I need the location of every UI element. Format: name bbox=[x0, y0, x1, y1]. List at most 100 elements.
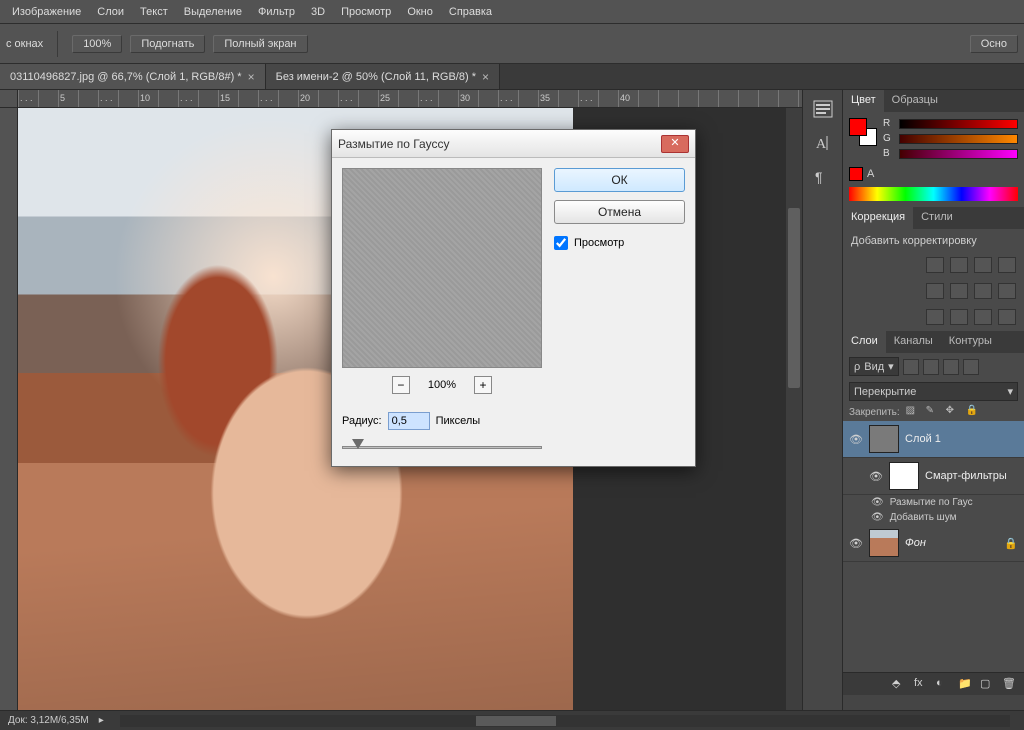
preview-checkbox[interactable] bbox=[554, 236, 568, 250]
layer-thumb[interactable] bbox=[869, 425, 899, 453]
fullscreen-button[interactable]: Полный экран bbox=[213, 35, 307, 53]
character-icon[interactable]: A bbox=[813, 134, 833, 152]
smart-filter-gaussian[interactable]: 👁 Размытие по Гаус bbox=[843, 495, 1024, 510]
levels-icon[interactable] bbox=[950, 257, 968, 273]
layer-mask-icon[interactable]: ◐ bbox=[936, 677, 952, 691]
radius-slider[interactable] bbox=[342, 438, 542, 456]
layer-item-1[interactable]: 👁 Слой 1 bbox=[843, 421, 1024, 458]
tab-paths[interactable]: Контуры bbox=[941, 331, 1000, 353]
layer-name[interactable]: Слой 1 bbox=[905, 433, 1018, 445]
document-tab-2[interactable]: Без имени-2 @ 50% (Слой 11, RGB/8) * × bbox=[266, 64, 500, 89]
preview-checkbox-row[interactable]: Просмотр bbox=[554, 236, 685, 250]
horizontal-scrollbar[interactable] bbox=[120, 715, 1010, 727]
filter-image-icon[interactable] bbox=[903, 359, 919, 375]
close-icon[interactable]: × bbox=[248, 70, 255, 84]
svg-text:¶: ¶ bbox=[815, 169, 823, 185]
ok-button[interactable]: ОК bbox=[554, 168, 685, 192]
filter-preview[interactable] bbox=[342, 168, 542, 368]
zoom-out-button[interactable]: − bbox=[392, 376, 410, 394]
ruler-horizontal[interactable]: . . .5. . .10. . .15. . .20. . .25. . .3… bbox=[18, 90, 802, 108]
zoom-in-button[interactable]: + bbox=[474, 376, 492, 394]
hue-icon[interactable] bbox=[926, 283, 944, 299]
g-slider[interactable] bbox=[899, 134, 1018, 144]
layer-item-background[interactable]: 👁 Фон 🔒 bbox=[843, 525, 1024, 562]
exposure-icon[interactable] bbox=[998, 257, 1016, 273]
history-icon[interactable] bbox=[813, 100, 833, 118]
curves-icon[interactable] bbox=[974, 257, 992, 273]
tab-channels[interactable]: Каналы bbox=[886, 331, 941, 353]
threshold-icon[interactable] bbox=[974, 309, 992, 325]
tab-color[interactable]: Цвет bbox=[843, 90, 884, 112]
invert-icon[interactable] bbox=[926, 309, 944, 325]
eye-icon[interactable]: 👁 bbox=[849, 433, 863, 446]
layer-style-icon[interactable]: fx bbox=[914, 677, 930, 691]
link-layers-icon[interactable]: ⬘ bbox=[892, 677, 908, 691]
ruler-vertical[interactable] bbox=[0, 108, 18, 710]
r-slider[interactable] bbox=[899, 119, 1018, 129]
radius-input[interactable] bbox=[388, 412, 430, 430]
menu-image[interactable]: Изображение bbox=[4, 2, 89, 22]
smart-filter-mask-thumb[interactable] bbox=[889, 462, 919, 490]
document-tab-1[interactable]: 03110496827.jpg @ 66,7% (Слой 1, RGB/8#)… bbox=[0, 64, 266, 89]
menu-window[interactable]: Окно bbox=[399, 2, 441, 22]
menu-view[interactable]: Просмотр bbox=[333, 2, 399, 22]
menu-select[interactable]: Выделение bbox=[176, 2, 250, 22]
chevron-right-icon[interactable]: ▸ bbox=[99, 715, 104, 726]
filter-adjust-icon[interactable] bbox=[923, 359, 939, 375]
new-group-icon[interactable]: 📁 bbox=[958, 677, 974, 691]
lock-position-icon[interactable]: ✥ bbox=[946, 405, 960, 419]
menu-layers[interactable]: Слои bbox=[89, 2, 132, 22]
close-icon[interactable]: × bbox=[482, 70, 489, 84]
eye-icon[interactable]: 👁 bbox=[871, 512, 884, 523]
zoom-level-button[interactable]: 100% bbox=[72, 35, 122, 53]
filter-type-icon[interactable] bbox=[943, 359, 959, 375]
layer-filter-dropdown[interactable]: ρ Вид ▾ bbox=[849, 357, 899, 376]
eye-icon[interactable]: 👁 bbox=[869, 470, 883, 483]
smart-filters-item[interactable]: 👁 Смарт-фильтры bbox=[843, 458, 1024, 495]
dialog-titlebar[interactable]: Размытие по Гауссу ✕ bbox=[332, 130, 695, 158]
layer-thumb[interactable] bbox=[869, 529, 899, 557]
posterize-icon[interactable] bbox=[950, 309, 968, 325]
menu-filter[interactable]: Фильтр bbox=[250, 2, 303, 22]
blend-mode-dropdown[interactable]: Перекрытие ▾ bbox=[849, 382, 1018, 401]
lock-icon: 🔒 bbox=[1004, 537, 1018, 550]
close-icon[interactable]: ✕ bbox=[661, 135, 689, 153]
bw-icon[interactable] bbox=[974, 283, 992, 299]
b-slider[interactable] bbox=[899, 149, 1018, 159]
gamut-warning[interactable]: А bbox=[849, 167, 1018, 181]
tab-layers[interactable]: Слои bbox=[843, 331, 886, 353]
layers-panel-tabs: Слои Каналы Контуры bbox=[843, 331, 1024, 353]
balance-icon[interactable] bbox=[950, 283, 968, 299]
fg-bg-swatch[interactable] bbox=[849, 118, 877, 146]
tab-swatches[interactable]: Образцы bbox=[884, 90, 946, 112]
layer-name[interactable]: Фон bbox=[905, 537, 998, 549]
new-layer-icon[interactable]: ▢ bbox=[980, 677, 996, 691]
paragraph-icon[interactable]: ¶ bbox=[813, 168, 833, 186]
menu-help[interactable]: Справка bbox=[441, 2, 500, 22]
delete-layer-icon[interactable]: 🗑 bbox=[1002, 677, 1018, 691]
hue-ramp[interactable] bbox=[849, 187, 1018, 201]
fit-button[interactable]: Подогнать bbox=[130, 35, 205, 53]
filter-shape-icon[interactable] bbox=[963, 359, 979, 375]
lock-brush-icon[interactable]: ✎ bbox=[926, 405, 940, 419]
photo-filter-icon[interactable] bbox=[998, 283, 1016, 299]
brightness-icon[interactable] bbox=[926, 257, 944, 273]
eye-icon[interactable]: 👁 bbox=[871, 497, 884, 508]
foreground-color[interactable] bbox=[849, 118, 867, 136]
preview-checkbox-label: Просмотр bbox=[574, 237, 624, 249]
menu-3d[interactable]: 3D bbox=[303, 2, 333, 22]
tab-styles[interactable]: Стили bbox=[913, 207, 961, 229]
tab-correction[interactable]: Коррекция bbox=[843, 207, 913, 229]
smart-filter-noise[interactable]: 👁 Добавить шум bbox=[843, 510, 1024, 525]
cancel-button[interactable]: Отмена bbox=[554, 200, 685, 224]
separator bbox=[57, 31, 58, 57]
slider-handle[interactable] bbox=[352, 439, 364, 449]
eye-icon[interactable]: 👁 bbox=[849, 537, 863, 550]
lock-pixels-icon[interactable]: ▨ bbox=[906, 405, 920, 419]
options-right-button[interactable]: Осно bbox=[970, 35, 1018, 53]
menu-text[interactable]: Текст bbox=[132, 2, 176, 22]
vertical-scrollbar[interactable] bbox=[786, 108, 802, 710]
lock-all-icon[interactable]: 🔒 bbox=[966, 405, 980, 419]
gradient-map-icon[interactable] bbox=[998, 309, 1016, 325]
right-panels: Цвет Образцы R G bbox=[842, 90, 1024, 710]
